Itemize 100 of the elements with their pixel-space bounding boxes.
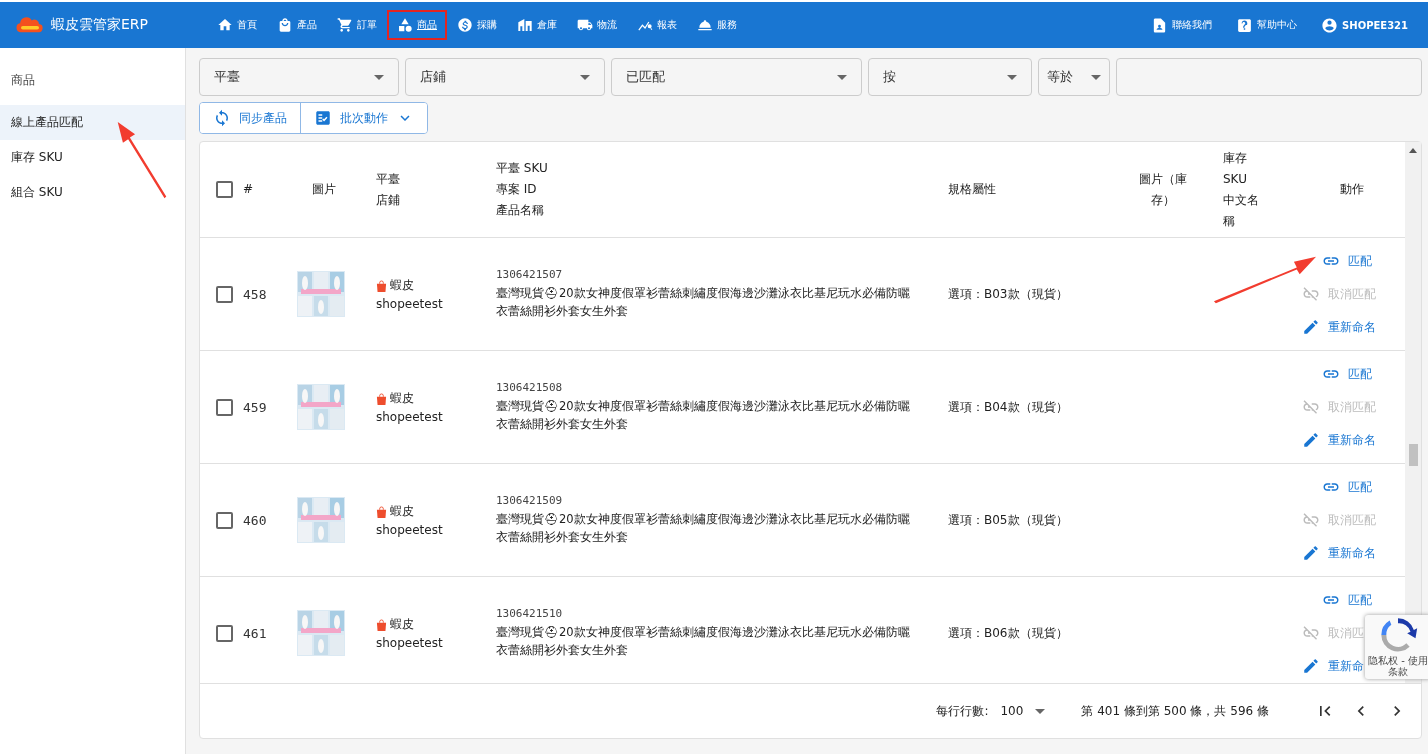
caret-icon (1035, 708, 1046, 714)
truck-icon (577, 17, 593, 33)
checkbox[interactable] (216, 285, 233, 303)
header-link[interactable]: 幫助中心 (1226, 10, 1308, 40)
action-link[interactable]: 重新命名 (1302, 318, 1376, 336)
caret-icon (1091, 74, 1101, 80)
header-link[interactable]: SHOPEE321 (1311, 10, 1418, 40)
action-link[interactable]: 重新命 (1302, 657, 1364, 675)
caret-icon (837, 74, 847, 80)
action-link[interactable]: 匹配 (1322, 365, 1372, 383)
warehouse-icon (517, 17, 533, 33)
product-name: 臺灣現貨⛑20款女神度假罩衫蕾絲刺繡度假海邊沙灘泳衣比基尼玩水必備防曬衣蕾絲開衫外套女生外套 (496, 398, 911, 433)
nav-item[interactable]: 產品 (267, 10, 327, 40)
nav-item[interactable]: 採購 (447, 10, 507, 40)
cloud-logo-icon (15, 16, 45, 34)
checkbox[interactable] (216, 181, 233, 198)
platform-name: 蝦皮 (390, 616, 414, 633)
nav-item[interactable]: 商品 (387, 10, 447, 40)
column-header: # (243, 181, 255, 198)
bag-icon (277, 17, 293, 33)
pencil-icon (1302, 318, 1320, 336)
sidebar-heading: 商品 (10, 72, 36, 89)
sku-text: 1306421510 (496, 607, 564, 620)
shapes-icon (397, 17, 413, 33)
caret-icon (374, 74, 384, 80)
unlink-icon (1302, 511, 1320, 529)
column-header: 動作 (1338, 181, 1365, 198)
store-name: shopeetest (376, 523, 444, 537)
pencil-icon (1302, 657, 1320, 675)
checklist-icon (314, 109, 332, 127)
unlink-icon (1302, 624, 1320, 642)
action-link[interactable]: 重新命名 (1302, 431, 1376, 449)
row-number: 461 (243, 625, 268, 641)
caret-icon (580, 74, 590, 80)
rows-per-page-label: 每行行數: (936, 702, 989, 720)
cart-icon (337, 17, 353, 33)
nav-item[interactable]: 服務 (687, 10, 747, 40)
pencil-icon (1302, 431, 1320, 449)
nav-item[interactable]: 倉庫 (507, 10, 567, 40)
column-header: 規格屬性 (948, 181, 997, 198)
column-header: 平臺 店鋪 (376, 170, 401, 209)
app-title: 蝦皮雲管家ERP (51, 16, 148, 34)
platform-name: 蝦皮 (390, 503, 414, 520)
checkbox[interactable] (216, 511, 233, 529)
action-link[interactable]: 重新命名 (1302, 544, 1376, 562)
action-link[interactable]: 匹配 (1322, 591, 1372, 609)
shopping-bag-icon (376, 618, 387, 631)
help-icon (1236, 16, 1254, 34)
pencil-icon (1302, 544, 1320, 562)
product-name: 臺灣現貨⛑20款女神度假罩衫蕾絲刺繡度假海邊沙灘泳衣比基尼玩水必備防曬衣蕾絲開衫外套女生外套 (496, 624, 911, 659)
action-link[interactable]: 匹配 (1322, 252, 1372, 270)
nav-item[interactable]: 首頁 (207, 10, 267, 40)
filter-input[interactable] (1116, 58, 1422, 96)
column-header: 圖片（庫存） (1138, 170, 1188, 209)
checkbox[interactable] (216, 624, 233, 642)
spec-text: 選項：B05款（現貨） (948, 511, 1069, 529)
unlink-icon (1302, 285, 1320, 303)
action-link[interactable]: 匹配 (1322, 478, 1372, 496)
store-name: shopeetest (376, 636, 444, 650)
platform-name: 蝦皮 (390, 277, 414, 294)
row-number: 458 (243, 286, 268, 302)
header-link[interactable]: 聯絡我們 (1141, 10, 1223, 40)
toolbar-button[interactable]: 批次動作 (300, 103, 427, 133)
row-number: 460 (243, 512, 268, 528)
nav-item[interactable]: 訂單 (327, 10, 387, 40)
recaptcha-badge[interactable]: 隐私权 - 使用条款 (1365, 615, 1428, 679)
sidebar-item[interactable]: 庫存 SKU (0, 140, 185, 175)
column-header: 圖片 (311, 181, 337, 198)
store-name: shopeetest (376, 410, 444, 424)
filter-dropdown[interactable]: 店鋪 (405, 58, 605, 96)
shopping-bag-icon (376, 279, 387, 292)
nav-item[interactable]: 物流 (567, 10, 627, 40)
scrollbar-thumb[interactable] (1409, 444, 1418, 466)
checkbox[interactable] (216, 398, 233, 416)
dollar-icon (457, 17, 473, 33)
product-name: 臺灣現貨⛑20款女神度假罩衫蕾絲刺繡度假海邊沙灘泳衣比基尼玩水必備防曬衣蕾絲開衫外套女生外套 (496, 285, 911, 320)
nav-item[interactable]: 報表 (627, 10, 687, 40)
sku-text: 1306421509 (496, 494, 564, 507)
rows-per-page-select[interactable]: 100 (1000, 704, 1046, 718)
home-icon (217, 17, 233, 33)
filter-dropdown[interactable]: 平臺 (199, 58, 399, 96)
column-header: 平臺 SKU 專案 ID 產品名稱 (496, 160, 549, 219)
caret-icon (1007, 74, 1017, 80)
sidebar-item[interactable]: 組合 SKU (0, 175, 185, 210)
platform-name: 蝦皮 (390, 390, 414, 407)
store-name: shopeetest (376, 297, 444, 311)
filter-dropdown[interactable]: 按 (868, 58, 1032, 96)
column-header: 庫存 SKU 中文名稱 (1223, 149, 1260, 230)
shopping-bag-icon (376, 505, 387, 518)
product-name: 臺灣現貨⛑20款女神度假罩衫蕾絲刺繡度假海邊沙灘泳衣比基尼玩水必備防曬衣蕾絲開衫外套女生外套 (496, 511, 911, 546)
spec-text: 選項：B03款（現貨） (948, 285, 1069, 303)
unlink-icon (1302, 398, 1320, 416)
scroll-up-icon (1409, 148, 1417, 153)
filter-dropdown[interactable]: 已匹配 (611, 58, 862, 96)
page-range: 第 401 條到第 500 條，共 596 條 (1081, 702, 1269, 720)
sidebar-item[interactable]: 線上產品匹配 (0, 105, 185, 140)
service-bell-icon (697, 17, 713, 33)
sku-text: 1306421508 (496, 381, 564, 394)
recaptcha-terms[interactable]: 隐私权 - 使用条款 (1365, 655, 1428, 677)
filter-dropdown[interactable]: 等於 (1038, 58, 1110, 96)
